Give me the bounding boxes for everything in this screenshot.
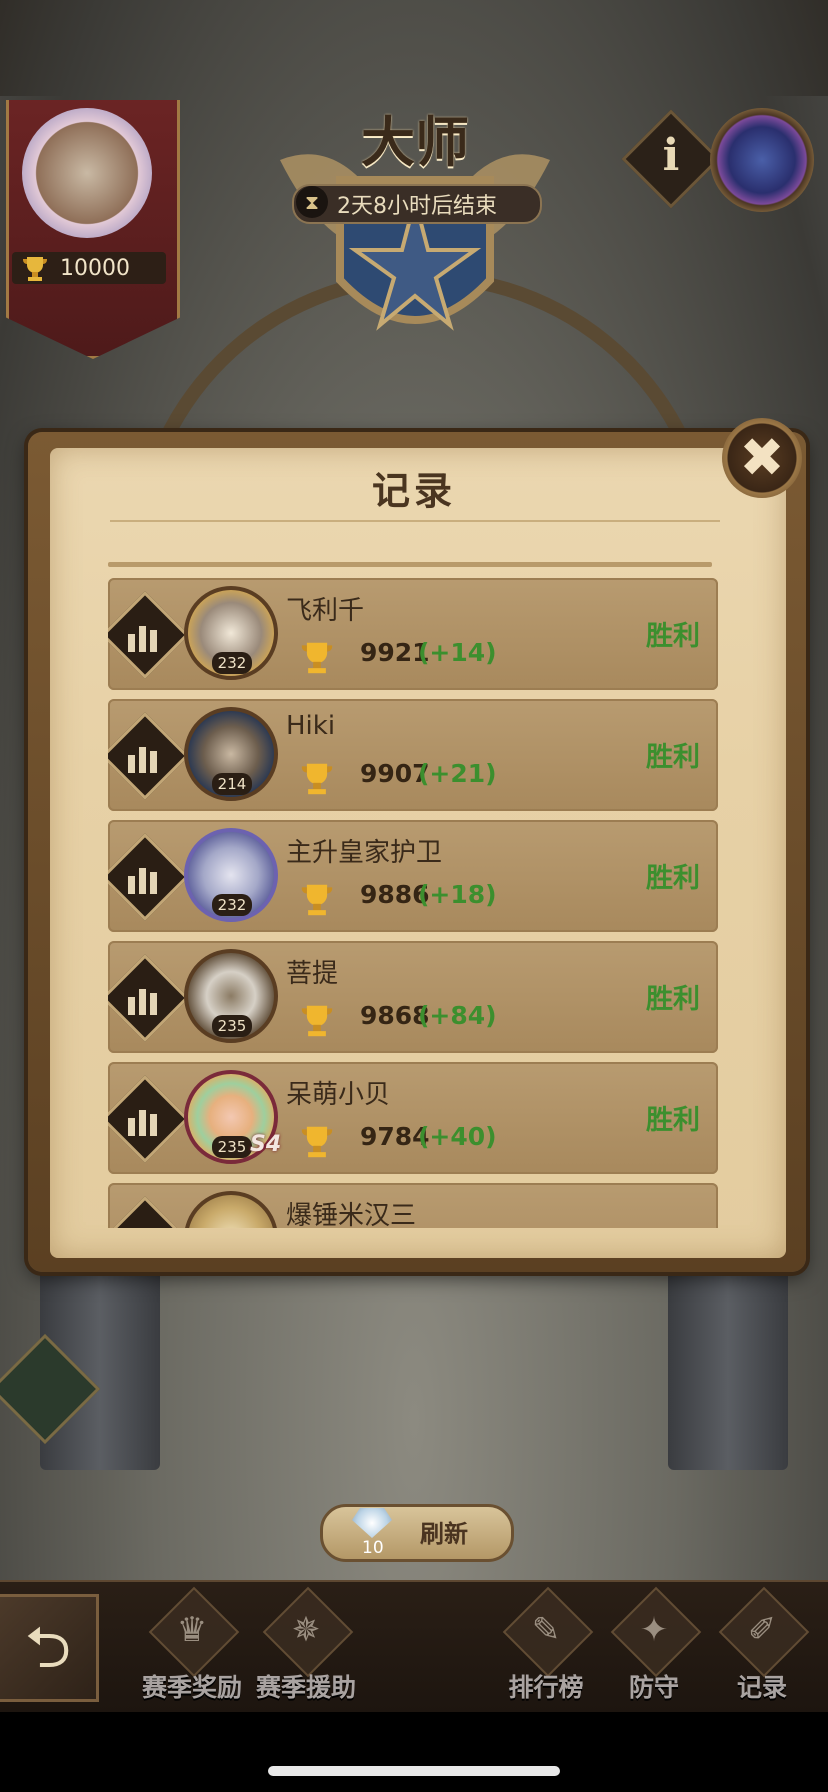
opponent-level: 232 (212, 652, 252, 674)
season-tag: S4 (250, 1132, 282, 1157)
trophy-change: (+14) (418, 638, 497, 667)
opponent-avatar[interactable] (184, 1191, 278, 1228)
rank-title: 大师 (361, 111, 469, 174)
record-list[interactable]: 232 飞利千 9921 (+14) 胜利 214 Hiki 9907 (+21… (108, 566, 720, 1228)
trophy-icon (301, 1126, 333, 1158)
info-icon: i (662, 130, 680, 181)
back-button[interactable]: ⮌ (0, 1594, 99, 1702)
trophy-icon (301, 1005, 333, 1037)
opponent-level: 235 (212, 1015, 252, 1037)
trophy-icon (301, 763, 333, 795)
bar-chart-icon (128, 975, 164, 1015)
record-row[interactable]: 235 S4 呆萌小贝 9784 (+40) 胜利 (108, 1062, 718, 1174)
player-trophy-bar: 10000 (12, 252, 166, 284)
record-row[interactable]: 爆锤米汉三 (108, 1183, 718, 1228)
quill-icon: ✐ (747, 1610, 777, 1650)
crown-icon: ♛ (176, 1610, 208, 1650)
season-badge[interactable] (710, 108, 814, 212)
nav-label: 赛季援助 (255, 1673, 356, 1702)
bar-chart-icon (128, 854, 164, 894)
bottom-safe-area (0, 1712, 828, 1792)
opponent-level: 232 (212, 894, 252, 916)
record-row[interactable]: 235 菩提 9868 (+84) 胜利 (108, 941, 718, 1053)
modal-title: 记录 (371, 469, 456, 513)
shield-icon: ✦ (639, 1610, 669, 1650)
battle-result: 胜利 (646, 742, 700, 773)
bar-chart-icon (128, 733, 164, 773)
background-pillar-right (668, 1270, 788, 1470)
refresh-button[interactable] (320, 1504, 514, 1562)
bar-chart-icon (128, 1096, 164, 1136)
record-row[interactable]: 232 主升皇家护卫 9886 (+18) 胜利 (108, 820, 718, 932)
scroll-icon: ✎ (531, 1610, 561, 1650)
home-indicator[interactable] (268, 1766, 560, 1776)
opponent-name: Hiki (286, 711, 336, 741)
hourglass-icon: ⧗ (296, 186, 328, 218)
trophy-icon (301, 642, 333, 674)
trophy-change: (+21) (418, 759, 497, 788)
nav-leaderboard[interactable]: ✎ 排行榜 (494, 1586, 598, 1706)
nav-label: 防守 (628, 1673, 679, 1702)
nav-season-rewards[interactable]: ♛ 赛季奖励 (140, 1586, 244, 1706)
battle-result: 胜利 (646, 863, 700, 894)
trophy-change: (+40) (418, 1122, 497, 1151)
opponent-name: 呆萌小贝 (286, 1080, 391, 1110)
refresh-cost: 10 (362, 1538, 384, 1558)
record-row[interactable]: 232 飞利千 9921 (+14) 胜利 (108, 578, 718, 690)
opponent-name: 主升皇家护卫 (286, 838, 443, 868)
nav-label: 排行榜 (508, 1673, 584, 1702)
battle-result: 胜利 (646, 984, 700, 1015)
record-row[interactable]: 214 Hiki 9907 (+21) 胜利 (108, 699, 718, 811)
battle-stats-button[interactable] (108, 1196, 189, 1228)
trophy-change: (+84) (418, 1001, 497, 1030)
compass-icon: ✵ (291, 1610, 321, 1650)
bar-chart-icon (128, 612, 164, 652)
nav-season-support[interactable]: ✵ 赛季援助 (254, 1586, 358, 1706)
player-avatar[interactable] (22, 108, 152, 238)
nav-label: 赛季奖励 (141, 1673, 242, 1702)
opponent-name: 飞利千 (286, 596, 365, 626)
opponent-level: 214 (212, 773, 252, 795)
trophy-icon (301, 884, 333, 916)
nav-label: 记录 (736, 1673, 787, 1702)
nav-records[interactable]: ✐ 记录 (710, 1586, 814, 1706)
title-divider (110, 520, 720, 522)
battle-result: 胜利 (646, 621, 700, 652)
nav-defense[interactable]: ✦ 防守 (602, 1586, 706, 1706)
trophy-change: (+18) (418, 880, 497, 909)
opponent-name: 菩提 (286, 959, 339, 989)
opponent-level: 235 (212, 1136, 252, 1158)
trophy-icon (23, 257, 47, 281)
close-button[interactable]: ✖ (722, 418, 802, 498)
opponent-name: 爆锤米汉三 (286, 1201, 417, 1228)
refresh-label: 刷新 (420, 1520, 468, 1548)
player-trophy-count: 10000 (60, 255, 130, 281)
season-timer: 2天8小时后结束 (292, 184, 542, 224)
battle-result: 胜利 (646, 1105, 700, 1136)
